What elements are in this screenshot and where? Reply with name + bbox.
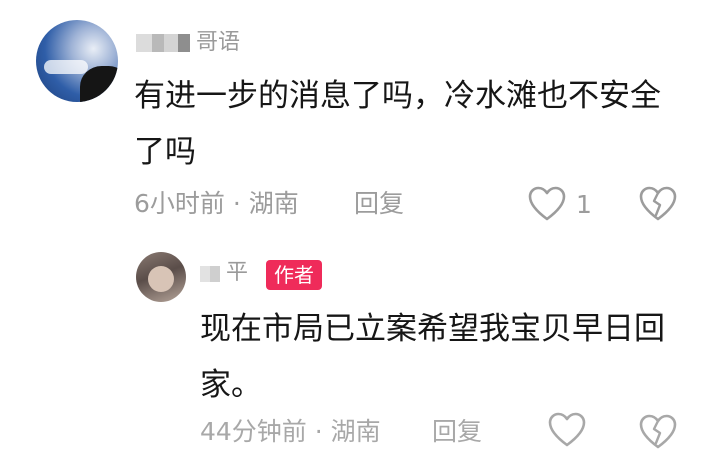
avatar-tree-silhouette [80,66,118,102]
heart-outline-icon [548,412,586,452]
author-avatar[interactable] [136,252,186,302]
commenter-username[interactable]: 哥语 [196,28,240,58]
broken-heart-icon [638,186,678,228]
avatar-face [148,266,174,292]
heart-outline-icon [528,186,566,222]
reply-button[interactable]: 回复 [354,186,404,222]
like-button[interactable]: 1 [528,184,592,224]
like-count: 1 [576,189,592,219]
reply-meta: 44分钟前 · 湖南 [200,417,381,446]
commenter-avatar[interactable] [36,20,118,102]
comment-meta: 6小时前 · 湖南 [134,189,299,218]
author-badge: 作者 [266,260,322,290]
reply-to-reply-button[interactable]: 回复 [432,414,482,450]
dislike-button[interactable] [638,184,678,224]
author-username[interactable]: 平 [226,257,248,289]
comment-text: 有进一步的消息了吗，冷水滩也不安全了吗 [134,78,661,170]
avatar-cloud [44,60,88,74]
reply-dislike-button[interactable] [638,412,678,452]
reply-like-button[interactable] [548,412,588,452]
reply-text: 现在市局已立案希望我宝贝早日回家。 [200,311,665,403]
broken-heart-icon [638,414,678,456]
